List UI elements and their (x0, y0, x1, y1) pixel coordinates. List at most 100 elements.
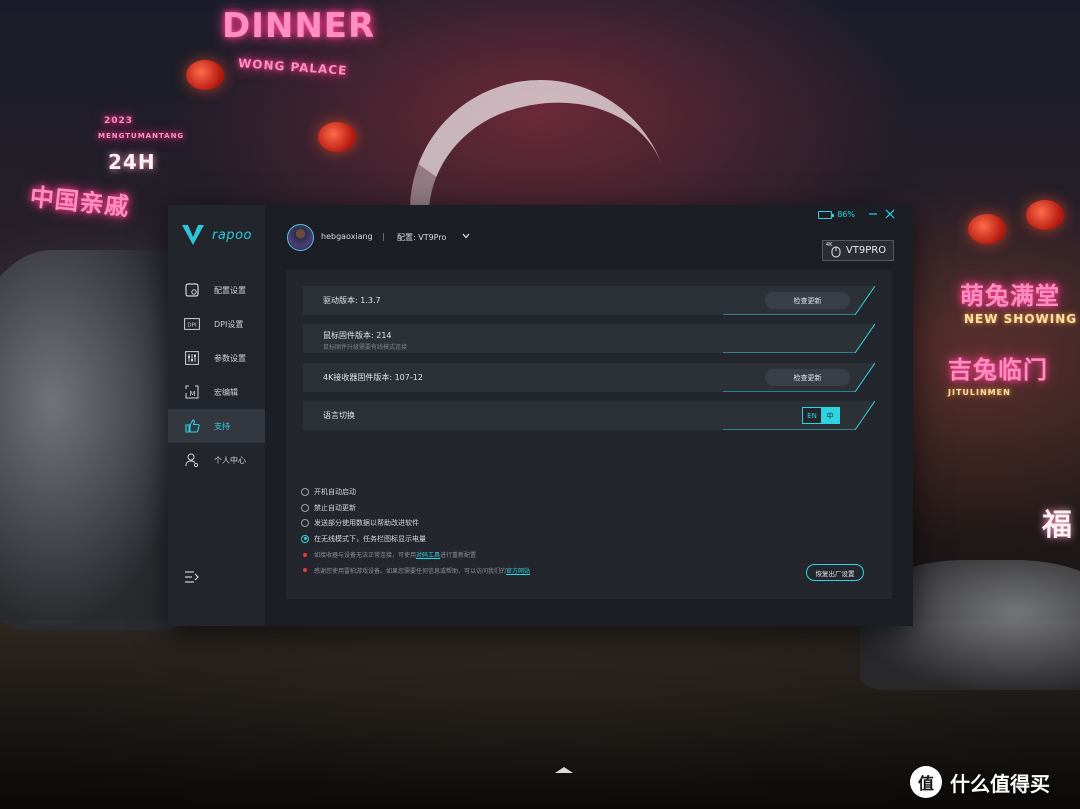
neon-sign: 吉兔临门 (948, 356, 1048, 384)
radio-button-checked[interactable] (301, 534, 309, 543)
alert-dot-icon (303, 552, 307, 557)
check-driver-update-button[interactable]: 检查更新 (765, 292, 850, 309)
device-badge[interactable]: 4K VT9PRO (822, 240, 894, 261)
lantern-decoration (186, 60, 224, 90)
note-text: 进行重新配置 (440, 552, 477, 559)
sidebar-item-label: 宏编辑 (214, 387, 238, 397)
site-watermark: 值 什么值得买 (910, 766, 1050, 798)
sidebar-item-dpi[interactable]: DPI DPI设置 (168, 307, 265, 341)
watermark-text: 什么值得买 (950, 771, 1050, 796)
neon-sign: NEW SHOWING (964, 312, 1078, 326)
alert-dot-icon (303, 568, 307, 572)
header-separator: | (382, 232, 385, 241)
lantern-decoration (318, 122, 356, 152)
receiver-firmware-version: 4K接收器固件版本: 107-12 (323, 373, 423, 382)
config-icon (184, 282, 200, 298)
svg-text:M: M (189, 390, 195, 398)
top-bar: 86% hebgaoxiang | 配置: VT9Pro 4K VT9PRO (265, 205, 913, 263)
neon-sign: DINNER (222, 6, 376, 46)
options-list: 开机自动启动 禁止自动更新 发送部分使用数据以帮助改进软件 在无线模式下，任务栏… (301, 484, 530, 578)
option-label: 在无线模式下，任务栏图标显示电量 (314, 534, 426, 543)
factory-reset-button[interactable]: 恢复出厂设置 (806, 564, 864, 581)
device-tag: 4K (825, 241, 833, 248)
mouse-icon: 4K (826, 242, 842, 258)
language-option-en[interactable]: EN (803, 408, 821, 423)
sidebar-item-label: DPI设置 (214, 319, 244, 329)
thanks-note: 感谢您使用雷柏游戏设备。如果您需要任何信息或帮助，可以访问我们的 官方网站 (301, 562, 530, 578)
support-panel: 驱动版本: 1.3.7 检查更新 鼠标固件版本: 214 鼠标固件升级需要有线模… (286, 270, 892, 599)
svg-text:DPI: DPI (187, 322, 197, 328)
chevron-up-icon[interactable] (553, 765, 575, 775)
minimize-icon[interactable] (867, 209, 879, 221)
brand-name: rapoo (212, 227, 252, 243)
app-logo: rapoo (182, 225, 252, 245)
mouse-firmware-version: 鼠标固件版本: 214 (323, 331, 392, 340)
sidebar-nav: 配置设置 DPI DPI设置 参数设置 M 宏编辑 支持 个人中心 (168, 273, 265, 477)
radio-button[interactable] (301, 487, 309, 496)
sidebar-item-label: 配置设置 (214, 285, 246, 295)
radio-button[interactable] (301, 519, 309, 528)
neon-sign: 福 (1042, 508, 1073, 543)
language-row: 语言切换 EN 中 (303, 401, 875, 430)
battery-icon (818, 210, 835, 219)
note-text: 感谢您使用雷柏游戏设备。如果您需要任何信息或帮助，可以访问我们的 (314, 567, 507, 575)
sidebar-item-config[interactable]: 配置设置 (168, 273, 265, 307)
option-label: 开机自动启动 (314, 487, 356, 496)
pairing-tool-link[interactable]: 对码工具 (416, 550, 440, 559)
driver-version-row: 驱动版本: 1.3.7 检查更新 (303, 286, 875, 315)
close-icon[interactable] (884, 209, 896, 221)
mouse-firmware-row: 鼠标固件版本: 214 鼠标固件升级需要有线模式连接 (303, 324, 875, 353)
user-icon (184, 452, 200, 468)
battery-percent: 86% (837, 210, 855, 219)
language-label: 语言切换 (323, 411, 355, 420)
receiver-firmware-row: 4K接收器固件版本: 107-12 检查更新 (303, 363, 875, 392)
option-auto-start[interactable]: 开机自动启动 (301, 484, 530, 500)
option-tray-battery[interactable]: 在无线模式下，任务栏图标显示电量 (301, 531, 530, 547)
sidebar-item-label: 参数设置 (214, 353, 246, 363)
row-background (303, 401, 875, 430)
rapoo-driver-window: rapoo 配置设置 DPI DPI设置 参数设置 M 宏编辑 支持 个人中心 … (168, 205, 913, 626)
neon-sign: WONG PALACE (237, 56, 348, 78)
neon-sign: 萌兔满堂 (960, 282, 1060, 310)
lantern-decoration (968, 214, 1006, 244)
sliders-icon (184, 350, 200, 366)
username: hebgaoxiang (321, 232, 373, 241)
option-label: 禁止自动更新 (314, 503, 356, 512)
neon-sign: 中国亲戚 (28, 182, 131, 222)
language-toggle: EN 中 (802, 407, 840, 424)
sidebar-item-label: 个人中心 (214, 455, 246, 465)
neon-sign: 2023 (104, 116, 134, 126)
collapse-menu-icon[interactable] (184, 570, 200, 584)
sidebar: rapoo 配置设置 DPI DPI设置 参数设置 M 宏编辑 支持 个人中心 (168, 205, 265, 626)
battery-indicator: 86% (818, 210, 855, 219)
official-site-link[interactable]: 官方网站 (506, 566, 530, 575)
rapoo-logo-icon (182, 225, 204, 245)
language-option-zh[interactable]: 中 (821, 408, 839, 423)
note-text: 如接收器与设备无法正常连接，可使用 (314, 552, 417, 559)
option-send-usage-data[interactable]: 发送部分使用数据以帮助改进软件 (301, 515, 530, 531)
sidebar-item-params[interactable]: 参数设置 (168, 341, 265, 375)
chevron-down-icon[interactable] (461, 231, 471, 241)
option-label: 发送部分使用数据以帮助改进软件 (314, 519, 419, 528)
neon-sign: MENGTUMANTANG (98, 132, 185, 140)
sidebar-item-profile[interactable]: 个人中心 (168, 443, 265, 477)
sidebar-item-macro[interactable]: M 宏编辑 (168, 375, 265, 409)
sidebar-item-support[interactable]: 支持 (168, 409, 265, 443)
main-content: 86% hebgaoxiang | 配置: VT9Pro 4K VT9PRO 驱… (265, 205, 913, 626)
neon-sign: JITULINMEN (948, 388, 1011, 397)
avatar[interactable] (287, 224, 314, 251)
profile-selector[interactable]: 配置: VT9Pro (397, 232, 446, 243)
check-receiver-update-button[interactable]: 检查更新 (765, 369, 850, 386)
option-disable-auto-update[interactable]: 禁止自动更新 (301, 500, 530, 516)
sidebar-item-label: 支持 (214, 421, 230, 431)
neon-sign: 24H (108, 150, 156, 174)
macro-icon: M (184, 384, 200, 400)
device-name: VT9PRO (845, 245, 887, 256)
pairing-note: 如接收器与设备无法正常连接，可使用 对码工具 进行重新配置 (301, 547, 530, 563)
driver-version: 驱动版本: 1.3.7 (323, 296, 381, 305)
dpi-icon: DPI (184, 316, 200, 332)
watermark-logo: 值 (910, 766, 942, 798)
mouse-firmware-hint: 鼠标固件升级需要有线模式连接 (323, 344, 408, 351)
thumbs-up-icon (184, 418, 200, 434)
radio-button[interactable] (301, 503, 309, 512)
